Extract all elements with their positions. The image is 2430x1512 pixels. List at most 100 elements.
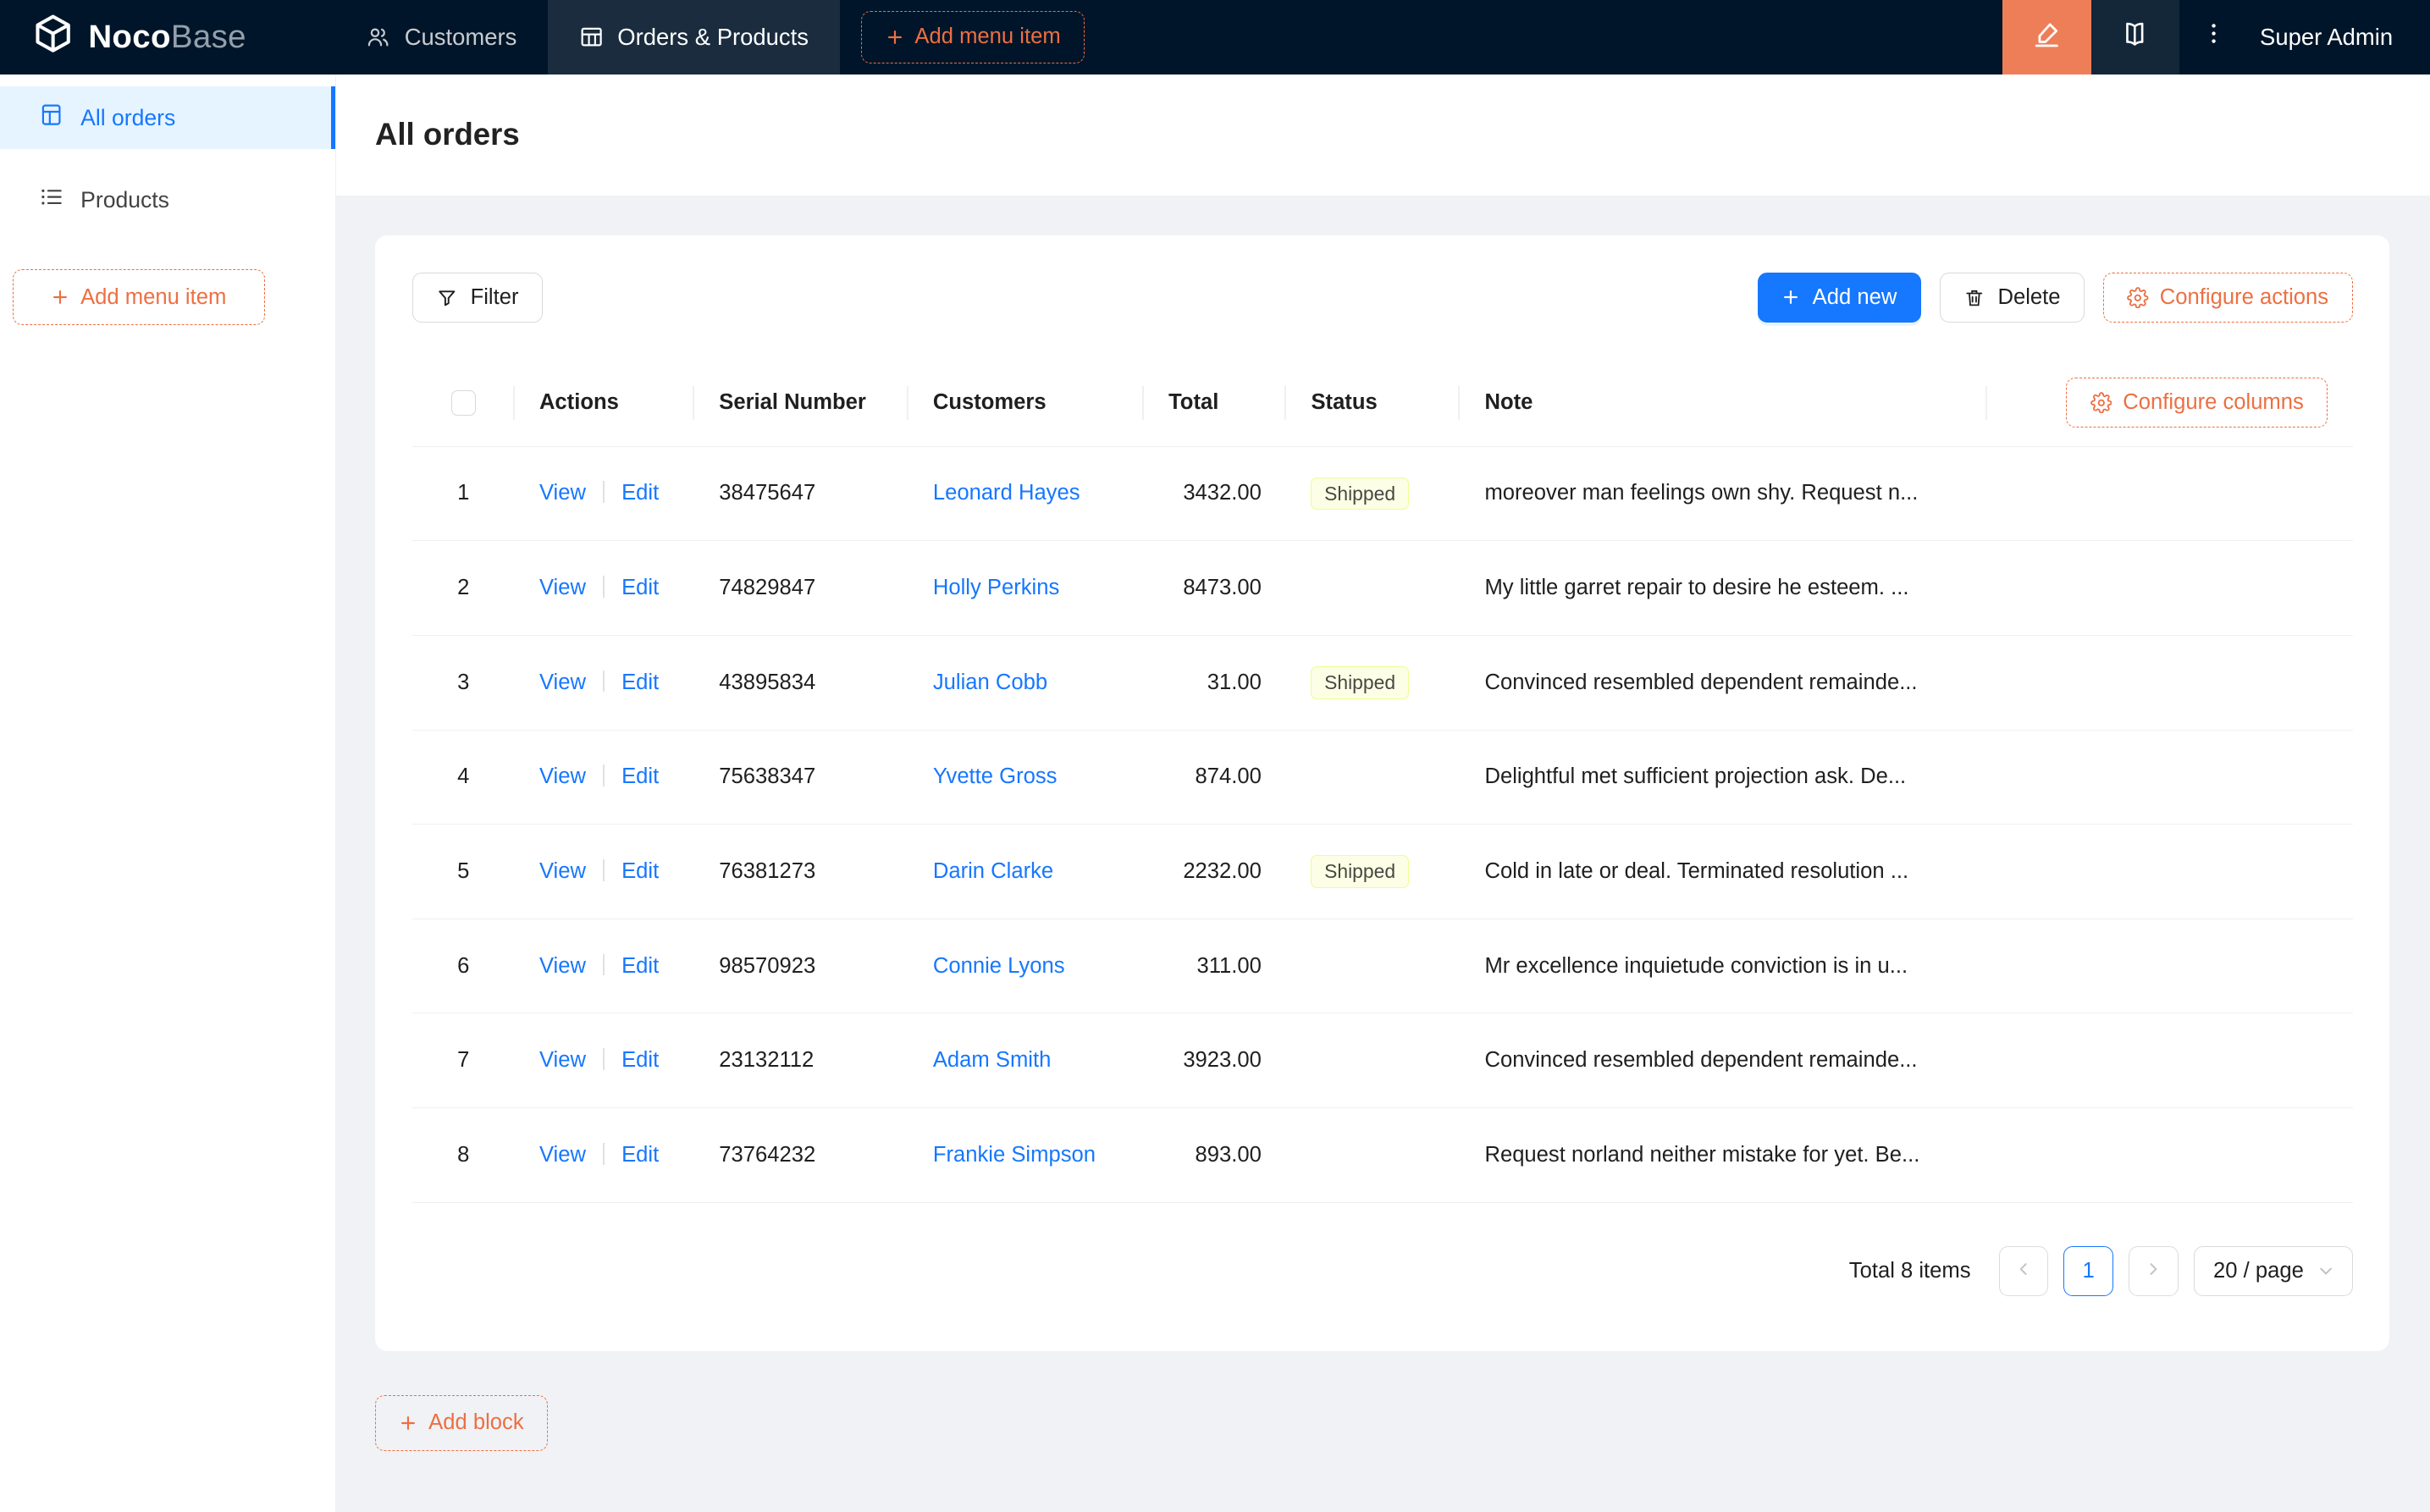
view-link[interactable]: View bbox=[539, 764, 586, 788]
sidebar-add-menu-item-button[interactable]: Add menu item bbox=[12, 269, 265, 326]
list-icon bbox=[39, 185, 64, 215]
row-index: 4 bbox=[411, 730, 515, 825]
navbar-add-menu-item-button[interactable]: Add menu item bbox=[861, 10, 1085, 64]
row-index: 1 bbox=[411, 446, 515, 542]
customer-link[interactable]: Connie Lyons bbox=[933, 954, 1065, 978]
sidebar-item-all-orders[interactable]: All orders bbox=[0, 86, 337, 149]
top-navbar: NocoBase Customers Orders & Products Add… bbox=[0, 0, 2430, 74]
customer-link[interactable]: Julian Cobb bbox=[933, 670, 1047, 694]
total-cell: 8473.00 bbox=[1143, 540, 1287, 636]
filter-button[interactable]: Filter bbox=[411, 273, 543, 323]
table-icon bbox=[579, 25, 604, 49]
page-1-button[interactable]: 1 bbox=[2063, 1245, 2113, 1296]
configure-actions-button[interactable]: Configure actions bbox=[2102, 273, 2353, 323]
table-row: 1 View Edit 38475647 Leonard Hayes 3432.0… bbox=[411, 446, 2353, 542]
total-cell: 3923.00 bbox=[1143, 1013, 1287, 1109]
row-index: 3 bbox=[411, 635, 515, 731]
gear-icon bbox=[2127, 286, 2149, 309]
page-header: All orders bbox=[336, 74, 2430, 196]
file-table-icon bbox=[39, 102, 64, 133]
customer-cell: Frankie Simpson bbox=[908, 1107, 1144, 1203]
plus-icon bbox=[886, 28, 904, 47]
customer-cell: Leonard Hayes bbox=[908, 446, 1144, 542]
docs-button[interactable] bbox=[2090, 0, 2179, 74]
edit-link[interactable]: Edit bbox=[621, 670, 659, 694]
kebab-menu-icon bbox=[2201, 20, 2227, 53]
col-header-note: Note bbox=[1460, 359, 1987, 447]
table-row: 4 View Edit 75638347 Yvette Gross 874.00 … bbox=[411, 730, 2353, 825]
pagination: Total 8 items 1 20 / page bbox=[412, 1245, 2353, 1296]
col-header-actions: Actions bbox=[514, 359, 694, 447]
configure-columns-button[interactable]: Configure columns bbox=[2066, 378, 2328, 428]
customer-link[interactable]: Frankie Simpson bbox=[933, 1143, 1096, 1167]
delete-button[interactable]: Delete bbox=[1939, 273, 2085, 323]
edit-link[interactable]: Edit bbox=[621, 1143, 659, 1167]
status-cell bbox=[1286, 1013, 1461, 1109]
edit-link[interactable]: Edit bbox=[621, 859, 659, 883]
page-size-value: 20 / page bbox=[2213, 1258, 2304, 1283]
customer-link[interactable]: Yvette Gross bbox=[933, 764, 1058, 788]
serial-cell: 75638347 bbox=[693, 730, 908, 825]
nav-item-orders-products[interactable]: Orders & Products bbox=[547, 0, 840, 74]
actions-cell: View Edit bbox=[514, 635, 694, 731]
view-link[interactable]: View bbox=[539, 859, 586, 883]
view-link[interactable]: View bbox=[539, 481, 586, 505]
note-cell: Request norland neither mistake for yet.… bbox=[1460, 1107, 1987, 1203]
prev-page-button[interactable] bbox=[1998, 1245, 2049, 1296]
customer-link[interactable]: Leonard Hayes bbox=[933, 481, 1080, 505]
note-cell: moreover man feelings own shy. Request n… bbox=[1460, 446, 1987, 542]
edit-link[interactable]: Edit bbox=[621, 1048, 659, 1072]
users-icon bbox=[366, 25, 390, 49]
nav-item-customers[interactable]: Customers bbox=[334, 0, 548, 74]
user-menu[interactable]: Super Admin bbox=[2247, 0, 2430, 74]
ui-editor-button[interactable] bbox=[2002, 0, 2091, 74]
plus-icon bbox=[399, 1414, 417, 1432]
actions-cell: View Edit bbox=[514, 919, 694, 1014]
serial-cell: 38475647 bbox=[693, 446, 908, 542]
add-block-button[interactable]: Add block bbox=[374, 1394, 549, 1451]
edit-link[interactable]: Edit bbox=[621, 481, 659, 505]
navbar-right: Super Admin bbox=[2002, 0, 2430, 74]
table-row: 6 View Edit 98570923 Connie Lyons 311.00 … bbox=[411, 919, 2353, 1014]
next-page-button[interactable] bbox=[2129, 1245, 2179, 1296]
nocobase-logo[interactable]: NocoBase bbox=[0, 0, 334, 74]
sidebar-item-products[interactable]: Products bbox=[0, 168, 335, 230]
nav-item-label: Orders & Products bbox=[617, 23, 809, 50]
add-new-button[interactable]: Add new bbox=[1757, 273, 1921, 323]
status-cell bbox=[1286, 730, 1461, 825]
nav-item-label: Customers bbox=[404, 23, 517, 50]
view-link[interactable]: View bbox=[539, 1048, 586, 1072]
actions-cell: View Edit bbox=[514, 1107, 694, 1203]
total-cell: 874.00 bbox=[1143, 730, 1287, 825]
view-link[interactable]: View bbox=[539, 576, 586, 599]
customer-cell: Connie Lyons bbox=[908, 919, 1144, 1014]
customer-link[interactable]: Darin Clarke bbox=[933, 859, 1053, 883]
main-area: All orders Filter Add new Delete Configu… bbox=[336, 74, 2430, 1512]
view-link[interactable]: View bbox=[539, 1143, 586, 1167]
divider bbox=[603, 481, 605, 504]
sidebar-item-label: All orders bbox=[80, 104, 176, 130]
divider bbox=[603, 576, 605, 598]
gear-icon bbox=[2090, 391, 2112, 414]
customer-link[interactable]: Adam Smith bbox=[933, 1048, 1051, 1072]
orders-table-block: Filter Add new Delete Configure actions … bbox=[374, 235, 2390, 1352]
serial-cell: 73764232 bbox=[693, 1107, 908, 1203]
edit-link[interactable]: Edit bbox=[621, 764, 659, 788]
serial-cell: 74829847 bbox=[693, 540, 908, 636]
edit-link[interactable]: Edit bbox=[621, 576, 659, 599]
view-link[interactable]: View bbox=[539, 954, 586, 978]
page-size-select[interactable]: 20 / page bbox=[2194, 1245, 2353, 1296]
total-cell: 31.00 bbox=[1143, 635, 1287, 731]
more-menu-button[interactable] bbox=[2179, 0, 2248, 74]
select-all-checkbox[interactable] bbox=[450, 390, 476, 416]
status-cell: Shipped bbox=[1286, 824, 1461, 919]
edit-link[interactable]: Edit bbox=[621, 954, 659, 978]
status-cell: Shipped bbox=[1286, 446, 1461, 542]
divider bbox=[603, 1048, 605, 1070]
note-cell: Convinced resembled dependent remainde..… bbox=[1460, 635, 1987, 731]
divider bbox=[603, 859, 605, 881]
total-cell: 893.00 bbox=[1143, 1107, 1287, 1203]
table-row: 7 View Edit 23132112 Adam Smith 3923.00 C… bbox=[411, 1013, 2353, 1109]
customer-link[interactable]: Holly Perkins bbox=[933, 576, 1059, 599]
view-link[interactable]: View bbox=[539, 670, 586, 694]
